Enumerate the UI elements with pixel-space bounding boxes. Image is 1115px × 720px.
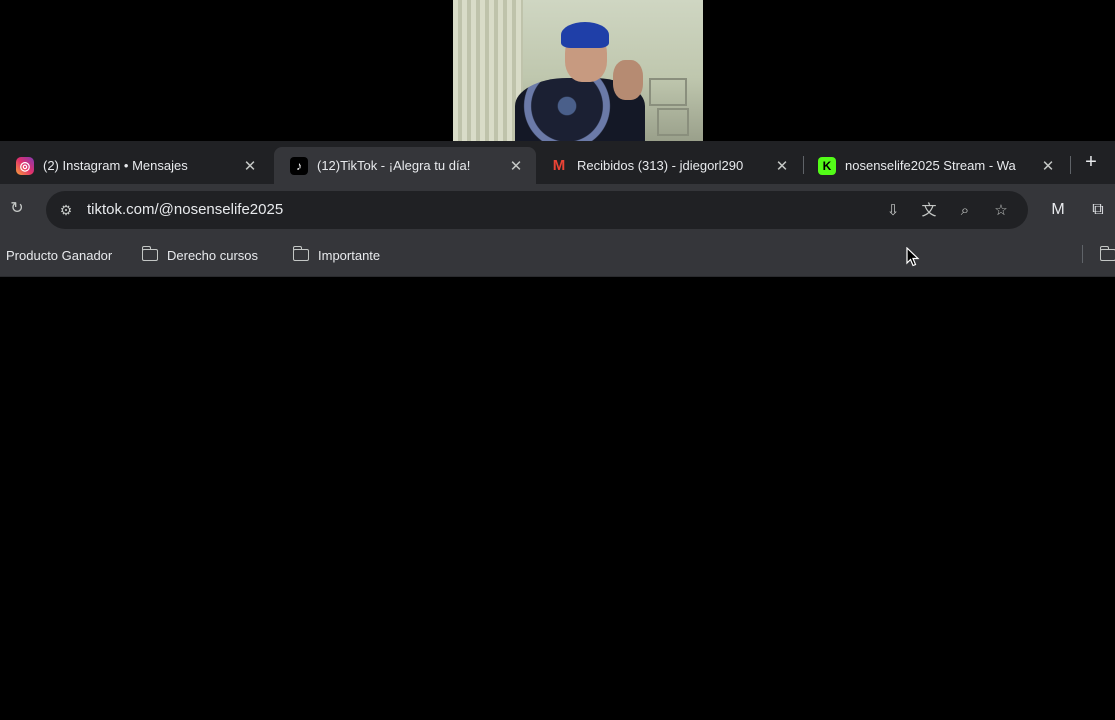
bookmark-label: Derecho cursos: [167, 247, 259, 263]
folder-icon: [1099, 246, 1115, 261]
tab-title: Recibidos (313) - jdiegorl290: [577, 158, 744, 173]
translate-icon[interactable]: 文: [918, 200, 940, 222]
folder-icon: [292, 246, 309, 261]
tab-kick[interactable]: K nosenselife2025 Stream - Wa ✕: [802, 147, 1068, 184]
bookmark-producto-ganador[interactable]: Producto Ganador: [6, 244, 112, 266]
instagram-icon: ◎: [16, 156, 34, 175]
bookmarks-separator: [1082, 245, 1083, 263]
gmail-icon: M: [552, 157, 566, 174]
tab-title: (2) Instagram • Mensajes: [43, 158, 188, 173]
bookmark-folder-importante[interactable]: Importante: [292, 244, 381, 266]
tab-tiktok[interactable]: ♪ (12)TikTok - ¡Alegra tu día! ✕: [274, 147, 536, 184]
close-icon[interactable]: ✕: [506, 157, 526, 175]
tab-separator: [1070, 156, 1071, 174]
site-info-icon[interactable]: ⚙: [56, 200, 76, 220]
reload-icon[interactable]: ↻: [6, 198, 28, 220]
page-content: [0, 277, 1115, 720]
webcam-person-cap: [561, 22, 609, 48]
bookmark-star-icon[interactable]: ☆: [990, 200, 1012, 222]
install-app-icon[interactable]: ⇩: [882, 200, 904, 222]
malwarebytes-extension-icon[interactable]: M: [1046, 199, 1070, 221]
close-icon[interactable]: ✕: [1038, 157, 1058, 175]
zoom-icon[interactable]: ⌕: [954, 200, 976, 222]
tab-strip: ◎ (2) Instagram • Mensajes ✕ ♪ (12)TikTo…: [0, 141, 1115, 184]
webcam-wall-frame: [649, 78, 687, 106]
bookmark-folder-derecho-cursos[interactable]: Derecho cursos: [141, 244, 259, 266]
folder-icon: [141, 246, 158, 261]
tab-instagram[interactable]: ◎ (2) Instagram • Mensajes ✕: [0, 147, 270, 184]
webcam-wall-frame: [657, 108, 689, 136]
close-icon[interactable]: ✕: [240, 157, 260, 175]
tab-gmail[interactable]: M Recibidos (313) - jdiegorl290 ✕: [534, 147, 802, 184]
other-bookmarks-folder[interactable]: [1099, 244, 1115, 266]
close-icon[interactable]: ✕: [772, 157, 792, 175]
address-bar[interactable]: ⚙ tiktok.com/@nosenselife2025 ⇩ 文 ⌕ ☆: [46, 191, 1028, 229]
tab-title: (12)TikTok - ¡Alegra tu día!: [317, 158, 471, 173]
url-text[interactable]: tiktok.com/@nosenselife2025: [87, 201, 283, 218]
bookmark-label: Producto Ganador: [6, 247, 113, 263]
tiktok-icon: ♪: [290, 156, 308, 175]
new-tab-button[interactable]: +: [1079, 150, 1103, 174]
webcam-overlay: [453, 0, 703, 141]
webcam-person-hand: [613, 60, 643, 100]
kick-icon: K: [818, 156, 836, 175]
browser-toolbar: ↻ ⚙ tiktok.com/@nosenselife2025 ⇩ 文 ⌕ ☆ …: [0, 184, 1115, 236]
bookmark-label: Importante: [318, 247, 381, 263]
bookmarks-bar: Producto Ganador Derecho cursos Importan…: [0, 236, 1115, 277]
webcam-curtain: [453, 0, 523, 141]
tab-title: nosenselife2025 Stream - Wa: [845, 158, 1016, 173]
extensions-icon[interactable]: ⧉: [1086, 199, 1110, 221]
